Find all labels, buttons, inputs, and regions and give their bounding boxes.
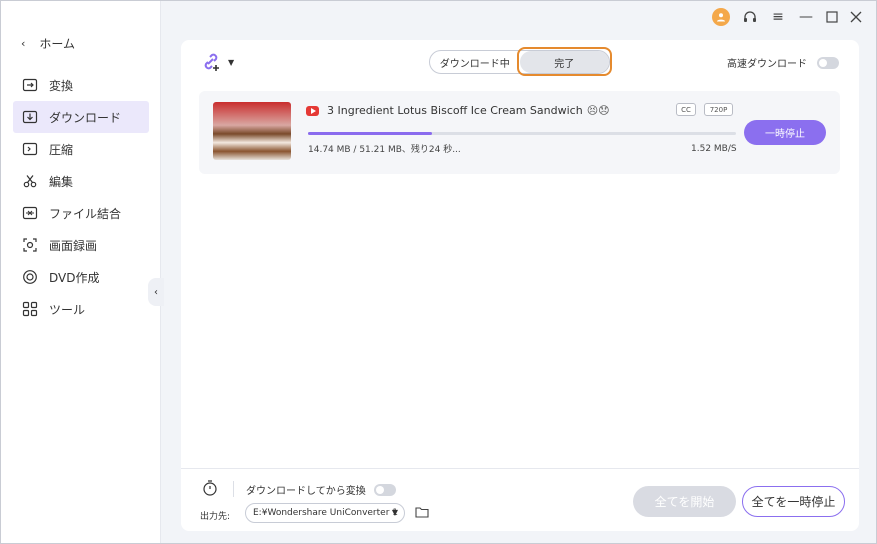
sidebar-item-download[interactable]: ダウンロード xyxy=(13,101,149,133)
convert-after-toggle[interactable] xyxy=(373,483,396,496)
download-speed: 1.52 MB/S xyxy=(691,144,737,154)
video-thumbnail xyxy=(213,102,291,160)
add-link-icon xyxy=(204,53,219,71)
chevron-left-icon: ‹ xyxy=(154,286,158,298)
scissors-icon xyxy=(23,175,37,188)
pause-button[interactable]: 一時停止 xyxy=(744,120,826,145)
pause-all-button[interactable]: 全てを一時停止 xyxy=(742,486,845,517)
tab-highlight-outline xyxy=(517,47,612,76)
user-icon xyxy=(717,13,725,22)
sidebar: ‹ ホーム 変換 ダウンロード 圧縮 編集 ファイル結合 画面録画 DVD作成 … xyxy=(1,1,161,543)
download-item: 3 Ingredient Lotus Biscoff Ice Cream San… xyxy=(199,91,840,174)
convert-icon xyxy=(22,78,38,92)
folder-icon[interactable] xyxy=(415,506,429,518)
merge-icon xyxy=(22,206,38,220)
progress-fill xyxy=(308,132,433,135)
turbo-download-label: 高速ダウンロード xyxy=(727,59,807,70)
sidebar-item-label: 画面録画 xyxy=(49,238,98,253)
compress-icon xyxy=(22,142,38,156)
sidebar-item-edit[interactable]: 編集 xyxy=(13,165,149,197)
sidebar-item-screen-record[interactable]: 画面録画 xyxy=(13,229,149,261)
convert-after-label: ダウンロードしてから変換 xyxy=(246,486,366,497)
turbo-download-toggle[interactable] xyxy=(817,56,839,69)
resolution-badge: 720P xyxy=(704,103,733,116)
video-title: 3 Ingredient Lotus Biscoff Ice Cream San… xyxy=(327,104,583,117)
avatar[interactable] xyxy=(712,8,730,26)
home-link[interactable]: ‹ ホーム xyxy=(21,35,75,52)
subtitle-badge: CC xyxy=(676,103,696,116)
chevron-down-icon: ▼ xyxy=(391,508,398,517)
turbo-download: 高速ダウンロード xyxy=(727,55,839,70)
sidebar-item-compress[interactable]: 圧縮 xyxy=(13,133,149,165)
close-button[interactable] xyxy=(850,11,862,23)
sidebar-item-label: ダウンロード xyxy=(49,110,122,125)
minimize-button[interactable]: — xyxy=(798,9,814,25)
add-url-button[interactable]: ▼ xyxy=(201,52,234,72)
app-window: ‹ ホーム 変換 ダウンロード 圧縮 編集 ファイル結合 画面録画 DVD作成 … xyxy=(0,0,877,544)
output-label: 出力先: xyxy=(200,512,231,522)
output-path-value: E:¥Wondershare UniConverter 1 xyxy=(253,508,398,518)
sidebar-item-label: ツール xyxy=(49,302,86,317)
sidebar-item-label: ファイル結合 xyxy=(49,206,122,221)
timer-icon[interactable] xyxy=(201,479,219,497)
sidebar-item-merge[interactable]: ファイル結合 xyxy=(13,197,149,229)
youtube-icon xyxy=(306,106,319,116)
sidebar-item-label: 圧縮 xyxy=(49,142,74,157)
download-icon xyxy=(22,110,38,124)
sidebar-collapse-button[interactable]: ‹ xyxy=(148,278,164,306)
home-label: ホーム xyxy=(39,37,76,51)
sidebar-item-convert[interactable]: 変換 xyxy=(13,69,149,101)
tab-downloading[interactable]: ダウンロード中 xyxy=(430,51,520,73)
titlebar-controls: ≡ — xyxy=(712,8,862,26)
convert-after-download: ダウンロードしてから変換 xyxy=(246,482,396,497)
footer: ダウンロードしてから変換 出力先: E:¥Wondershare UniConv… xyxy=(181,468,859,531)
headset-icon[interactable] xyxy=(742,9,758,25)
sidebar-item-dvd[interactable]: DVD作成 xyxy=(13,261,149,293)
chevron-down-icon: ▼ xyxy=(228,57,235,67)
download-title: 3 Ingredient Lotus Biscoff Ice Cream San… xyxy=(327,104,610,117)
main-panel: ▼ ダウンロード中 完了 高速ダウンロード 3 Ingredient Lotus… xyxy=(181,40,859,531)
menu-icon[interactable]: ≡ xyxy=(770,9,786,25)
sidebar-nav: 変換 ダウンロード 圧縮 編集 ファイル結合 画面録画 DVD作成 ツール xyxy=(13,69,149,325)
sidebar-item-label: 変換 xyxy=(49,78,74,93)
download-status: 14.74 MB / 51.21 MB、残り24 秒... xyxy=(308,145,461,155)
output-path-select[interactable]: E:¥Wondershare UniConverter 1 ▼ xyxy=(245,503,405,523)
progress-bar xyxy=(308,132,736,135)
start-all-button[interactable]: 全てを開始 xyxy=(633,486,736,517)
chevron-left-icon: ‹ xyxy=(21,37,26,50)
title-emoji: 😣😞 xyxy=(586,104,610,117)
toolbox-icon xyxy=(22,301,38,317)
footer-divider xyxy=(233,481,234,497)
sidebar-item-tools[interactable]: ツール xyxy=(13,293,149,325)
sidebar-item-label: DVD作成 xyxy=(49,270,100,285)
sidebar-item-label: 編集 xyxy=(49,174,74,189)
dvd-icon xyxy=(23,270,37,284)
screen-record-icon xyxy=(23,238,37,252)
maximize-button[interactable] xyxy=(826,11,838,23)
